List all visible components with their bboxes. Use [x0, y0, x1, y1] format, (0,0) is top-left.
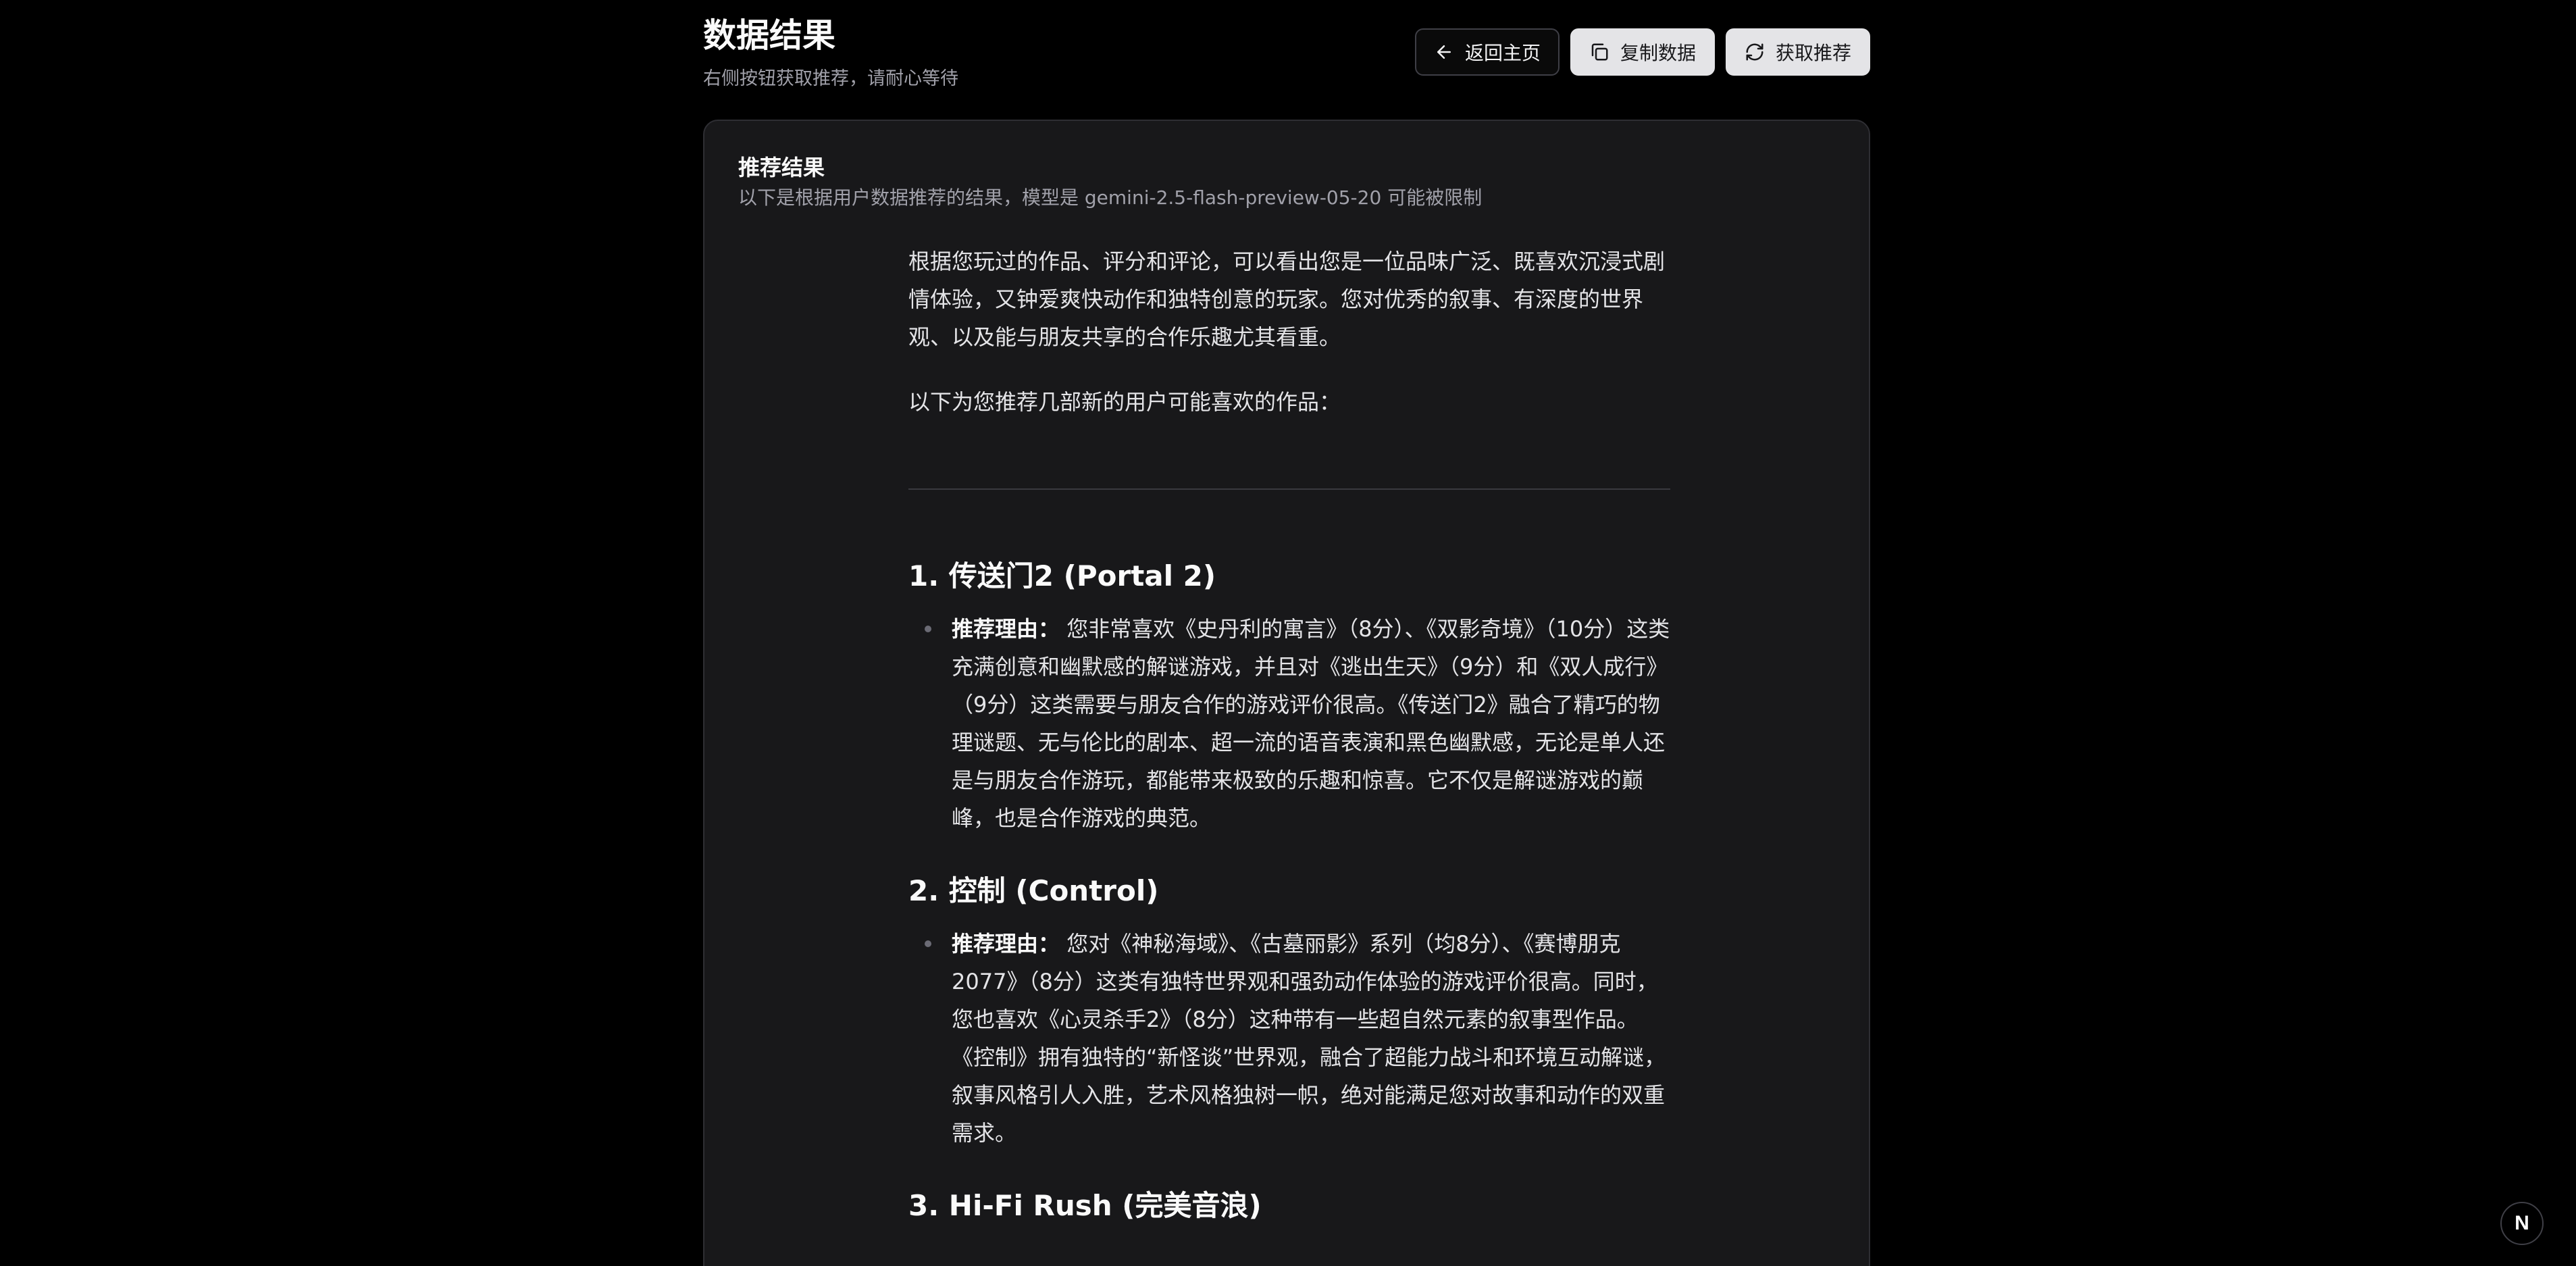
badge-letter: N [2515, 1212, 2529, 1234]
card-description: 以下是根据用户数据推荐的结果，模型是 gemini-2.5-flash-prev… [738, 186, 1483, 209]
recommendation-card: 推荐结果 以下是根据用户数据推荐的结果，模型是 gemini-2.5-flash… [703, 120, 1870, 1266]
fetch-recommendation-button[interactable]: 获取推荐 [1725, 28, 1870, 76]
copy-data-label: 复制数据 [1620, 42, 1696, 64]
recommendation-item: 3. Hi-Fi Rush (完美音浪) [908, 1187, 1670, 1225]
page-header: 数据结果 右侧按钮获取推荐，请耐心等待 返回主页 复制数据 获取推荐 [703, 12, 1870, 93]
page-title: 数据结果 [703, 16, 836, 55]
page: 数据结果 右侧按钮获取推荐，请耐心等待 返回主页 复制数据 获取推荐 推荐结果 … [0, 0, 2576, 1266]
reason-label: 推荐理由： [952, 931, 1060, 957]
bullet-icon [925, 940, 931, 947]
back-home-label: 返回主页 [1464, 42, 1541, 64]
reason-text: 您对《神秘海域》、《古墓丽影》系列（均8分）、《赛博朋克2077》（8分）这类有… [952, 931, 1666, 1146]
recommendation-content: 根据您玩过的作品、评分和评论，可以看出您是一位品味广泛、既喜欢沉浸式剧情体验，又… [908, 243, 1670, 1240]
refresh-icon [1746, 43, 1763, 61]
arrow-left-icon [1437, 45, 1451, 59]
recommendation-item: 2. 控制 (Control) 推荐理由： 您对《神秘海域》、《古墓丽影》系列（… [908, 872, 1670, 1152]
item-body: 推荐理由： 您对《神秘海域》、《古墓丽影》系列（均8分）、《赛博朋克2077》（… [908, 925, 1670, 1152]
recommendation-item: 1. 传送门2 (Portal 2) 推荐理由： 您非常喜欢《史丹利的寓言》（8… [908, 557, 1670, 837]
reason-label: 推荐理由： [952, 616, 1060, 642]
lead-paragraph: 以下为您推荐几部新的用户可能喜欢的作品： [908, 389, 1341, 415]
fetch-recommendation-label: 获取推荐 [1775, 42, 1851, 64]
header-actions: 返回主页 复制数据 获取推荐 [1414, 28, 1870, 76]
divider [908, 488, 1670, 490]
item-body: 推荐理由： 您非常喜欢《史丹利的寓言》（8分）、《双影奇境》（10分）这类充满创… [908, 610, 1670, 837]
item-title: 2. 控制 (Control) [908, 874, 1159, 907]
reason-text: 您非常喜欢《史丹利的寓言》（8分）、《双影奇境》（10分）这类充满创意和幽默感的… [952, 616, 1670, 831]
intro-paragraph: 根据您玩过的作品、评分和评论，可以看出您是一位品味广泛、既喜欢沉浸式剧情体验，又… [908, 249, 1666, 350]
card-title: 推荐结果 [738, 155, 825, 180]
next-dev-indicator[interactable]: N [2500, 1202, 2544, 1245]
copy-icon [1591, 43, 1608, 61]
page-subtitle: 右侧按钮获取推荐，请耐心等待 [703, 68, 958, 89]
item-title: 1. 传送门2 (Portal 2) [908, 559, 1216, 592]
item-title: 3. Hi-Fi Rush (完美音浪) [908, 1189, 1262, 1222]
bullet-icon [925, 626, 931, 632]
copy-data-button[interactable]: 复制数据 [1570, 28, 1715, 76]
back-home-button[interactable]: 返回主页 [1414, 28, 1560, 76]
